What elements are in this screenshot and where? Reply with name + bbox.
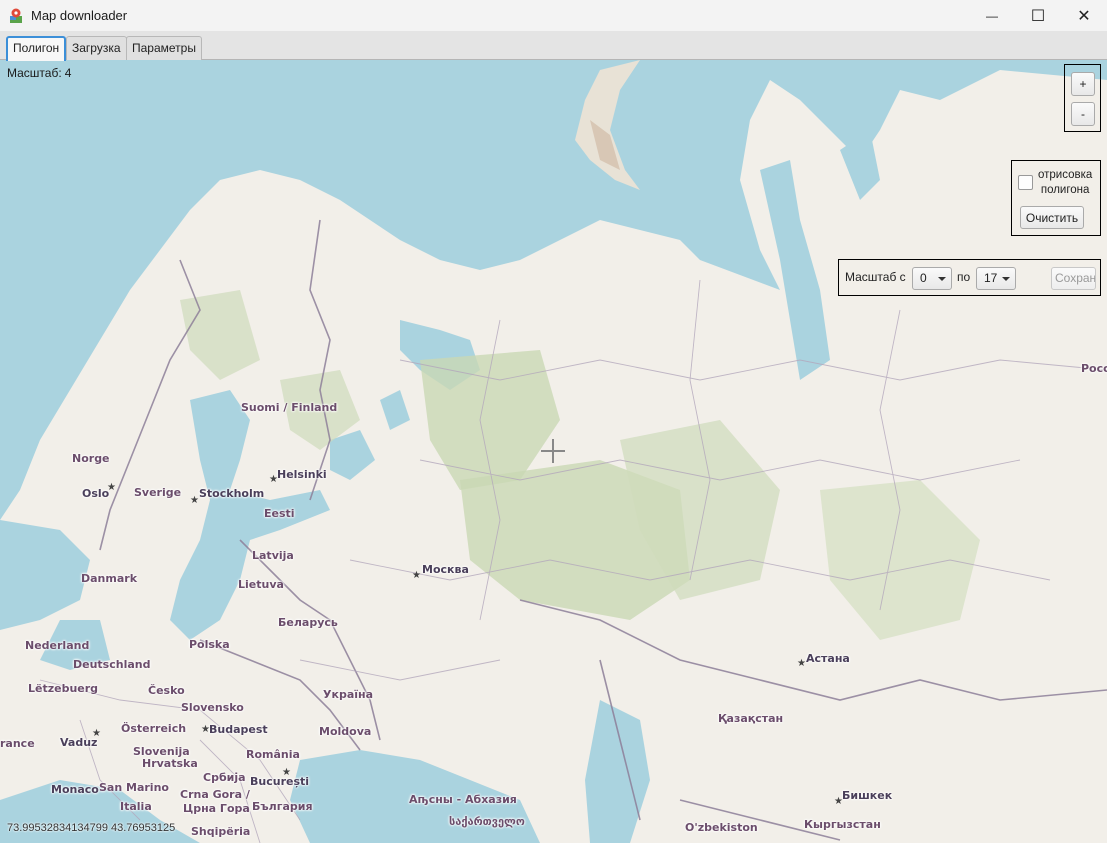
place-moldova: Moldova: [319, 725, 372, 738]
place-georgia: საქართველო: [449, 815, 525, 828]
place-danmark: Danmark: [81, 572, 138, 585]
place-astana: Астана: [806, 652, 850, 665]
capital-star-icon: ★: [107, 482, 116, 493]
cursor-coordinates: 73.99532834134799 43.76953125: [7, 822, 176, 834]
place-lietuva: Lietuva: [238, 578, 284, 591]
place-crnagora-cyr: Црна Гора: [183, 802, 250, 815]
place-srbija: Србија: [203, 771, 246, 784]
capital-star-icon: ★: [412, 570, 421, 581]
polygon-draw-label: отрисовка полигона: [1038, 168, 1092, 198]
zoom-controls: + -: [1064, 64, 1101, 132]
zoom-out-button[interactable]: -: [1071, 102, 1095, 126]
place-shqiperia: Shqipëria: [191, 825, 251, 838]
scale-to-select[interactable]: 17: [976, 267, 1016, 290]
place-belarus: Беларусь: [278, 616, 338, 629]
tab-bar: Полигон Загрузка Параметры: [0, 31, 1107, 61]
place-kazakhstan: Қазақстан: [718, 712, 784, 725]
clear-button[interactable]: Очистить: [1020, 206, 1084, 229]
capital-star-icon: ★: [269, 474, 278, 485]
place-france: rance: [0, 737, 35, 750]
place-eesti: Eesti: [264, 507, 295, 520]
place-hrvatska: Hrvatska: [142, 757, 198, 770]
tab-polygon[interactable]: Полигон: [6, 36, 67, 61]
chevron-down-icon: [1002, 277, 1010, 281]
place-slovensko: Slovensko: [181, 701, 244, 714]
place-polska: Polska: [189, 638, 230, 651]
place-nederland: Nederland: [25, 639, 90, 652]
zoom-level-display: Масштаб: 4: [7, 66, 71, 80]
scale-from-select[interactable]: 0: [912, 267, 952, 290]
scale-from-label: Масштаб с: [845, 270, 906, 284]
polygon-draw-label-line1: отрисовка: [1038, 169, 1093, 181]
capital-star-icon: ★: [797, 658, 806, 669]
tab-download[interactable]: Загрузка: [66, 36, 127, 60]
place-oslo: Oslo: [82, 487, 110, 500]
place-sverige: Sverige: [134, 486, 182, 499]
minimize-icon: —: [986, 8, 998, 23]
save-button[interactable]: Сохранить: [1051, 267, 1096, 290]
chevron-down-icon: [938, 277, 946, 281]
place-romania: România: [246, 748, 300, 761]
place-crnagora: Crna Gora /: [180, 788, 250, 801]
zoom-in-button[interactable]: +: [1071, 72, 1095, 96]
scale-to-value: 17: [984, 271, 998, 285]
place-bucuresti: București: [250, 775, 310, 788]
capital-star-icon: ★: [282, 767, 291, 778]
place-bishkek: Бишкек: [842, 789, 893, 802]
place-uzbekiston: O'zbekiston: [685, 821, 758, 834]
scale-from-value: 0: [920, 271, 927, 285]
tab-parameters[interactable]: Параметры: [126, 36, 202, 60]
zoom-level-label: Масштаб:: [7, 66, 62, 80]
minimize-button[interactable]: —: [969, 0, 1015, 31]
scale-to-label: по: [957, 270, 971, 284]
place-budapest: Budapest: [209, 723, 268, 736]
place-italia: Italia: [120, 800, 152, 813]
capital-star-icon: ★: [190, 495, 199, 506]
polygon-draw-checkbox[interactable]: [1018, 175, 1033, 190]
polygon-panel: отрисовка полигона Очистить: [1011, 160, 1101, 236]
place-abkhazia: Аҧсны - Абхазия: [409, 793, 517, 806]
map-pin-icon: [10, 8, 22, 23]
place-ukraina: Україна: [323, 688, 374, 701]
maximize-icon: ☐: [1030, 7, 1046, 25]
place-stockholm: Stockholm: [199, 487, 265, 500]
place-osterreich: Österreich: [121, 722, 187, 735]
place-deutschland: Deutschland: [73, 658, 151, 671]
place-letzebuerg: Lëtzebuerg: [28, 682, 99, 695]
capital-star-icon: ★: [834, 796, 843, 807]
place-moskva: Москва: [422, 563, 469, 576]
place-bulgaria: България: [252, 800, 313, 813]
map-center-crosshair-icon: [541, 439, 565, 463]
place-helsinki: Helsinki: [277, 468, 327, 481]
zoom-level-value: 4: [64, 66, 72, 80]
maximize-button[interactable]: ☐: [1015, 0, 1061, 31]
place-sanmarino: San Marino: [99, 781, 169, 794]
place-latvija: Latvija: [252, 549, 294, 562]
polygon-draw-label-line2: полигона: [1040, 184, 1090, 196]
scale-range-panel: Масштаб с 0 по 17 Сохранить: [838, 259, 1101, 296]
place-kyrgyzstan: Кыргызстан: [804, 818, 881, 831]
window-title: Map downloader: [31, 8, 128, 23]
capital-star-icon: ★: [92, 728, 101, 739]
close-button[interactable]: ✕: [1061, 0, 1107, 31]
close-icon: ✕: [1077, 7, 1091, 25]
place-cesko: Česko: [148, 684, 185, 697]
place-suomi: Suomi / Finland: [241, 401, 338, 414]
capital-star-icon: ★: [201, 724, 210, 735]
title-bar: Map downloader — ☐ ✕: [0, 0, 1107, 31]
place-rossiya: Росс: [1081, 362, 1107, 375]
place-norge: Norge: [72, 452, 110, 465]
place-monaco: Monaco: [51, 783, 99, 796]
